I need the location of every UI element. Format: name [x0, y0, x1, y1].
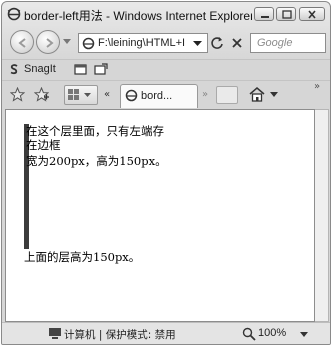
capture-settings-icon[interactable] — [94, 63, 108, 76]
search-box[interactable]: Google — [250, 33, 326, 53]
vertical-scrollbar[interactable] — [315, 109, 329, 322]
security-zone-text: 计算机 | 保护模式: 禁用 — [64, 329, 176, 341]
snagit-button[interactable]: SnagIt — [24, 63, 56, 75]
ie-page-icon — [82, 37, 95, 50]
address-value: F:\leining\HTML+I — [98, 37, 186, 49]
home-icon[interactable] — [248, 86, 266, 102]
refresh-icon[interactable] — [210, 36, 224, 50]
close-icon — [308, 10, 316, 19]
quick-tabs-button[interactable] — [64, 85, 98, 105]
browser-window: border-left用法 - Windows Internet Explore… — [1, 1, 331, 345]
paragraph-line-2: 在边框 — [26, 138, 61, 152]
ie-page-icon — [125, 89, 138, 102]
navigation-bar: F:\leining\HTML+I Google — [2, 28, 330, 58]
home-dropdown-icon[interactable] — [270, 92, 278, 98]
ie-icon — [7, 7, 21, 21]
close-button[interactable] — [299, 7, 325, 21]
address-bar[interactable]: F:\leining\HTML+I — [78, 33, 208, 53]
page-viewport: 在这个层里面，只有左端存 在边框 宽为200px，高为150px。 上面的层高为… — [5, 109, 315, 322]
favorites-star-icon[interactable] — [10, 87, 25, 102]
back-arrow-icon — [18, 38, 26, 48]
search-placeholder: Google — [257, 37, 293, 49]
tab-bar: « bord... » » — [2, 80, 330, 108]
tab-label: bord... — [141, 90, 173, 102]
zoom-dropdown-icon[interactable] — [300, 332, 308, 338]
add-favorites-icon[interactable] — [34, 87, 49, 102]
tab-active[interactable]: bord... — [120, 84, 198, 108]
back-button[interactable] — [10, 30, 34, 54]
new-tab-button[interactable] — [216, 86, 238, 104]
minimize-icon — [261, 16, 269, 18]
stop-icon[interactable] — [230, 36, 244, 50]
recent-pages-dropdown-icon[interactable] — [63, 39, 71, 45]
quick-tabs-icon — [68, 89, 91, 100]
maximize-button[interactable] — [276, 7, 296, 21]
maximize-icon — [282, 10, 292, 19]
status-bar: 计算机 | 保护模式: 禁用 100% — [2, 322, 330, 344]
address-dropdown-icon[interactable] — [193, 41, 202, 47]
paragraph-line-4: 上面的层高为150px。 — [24, 250, 141, 264]
forward-button[interactable] — [36, 30, 60, 54]
snagit-toolbar: SnagIt — [2, 59, 330, 79]
computer-zone-icon — [49, 328, 61, 339]
more-toolbar-chevron-icon[interactable]: » — [314, 81, 320, 92]
capture-window-icon[interactable] — [74, 63, 88, 76]
zoom-level[interactable]: 100% — [258, 327, 286, 339]
paragraph-line-3: 宽为200px，高为150px。 — [26, 154, 167, 168]
tab-list-scroll-right-icon[interactable]: » — [202, 89, 208, 100]
zoom-icon — [242, 327, 256, 341]
minimize-button[interactable] — [254, 7, 274, 21]
tab-list-scroll-left-icon[interactable]: « — [104, 89, 110, 100]
forward-arrow-icon — [46, 38, 54, 48]
window-title: border-left用法 - Windows Internet Explore… — [24, 9, 252, 23]
snagit-icon — [10, 64, 18, 75]
paragraph-line-1: 在这个层里面，只有左端存 — [26, 124, 164, 138]
title-bar: border-left用法 - Windows Internet Explore… — [2, 2, 330, 26]
